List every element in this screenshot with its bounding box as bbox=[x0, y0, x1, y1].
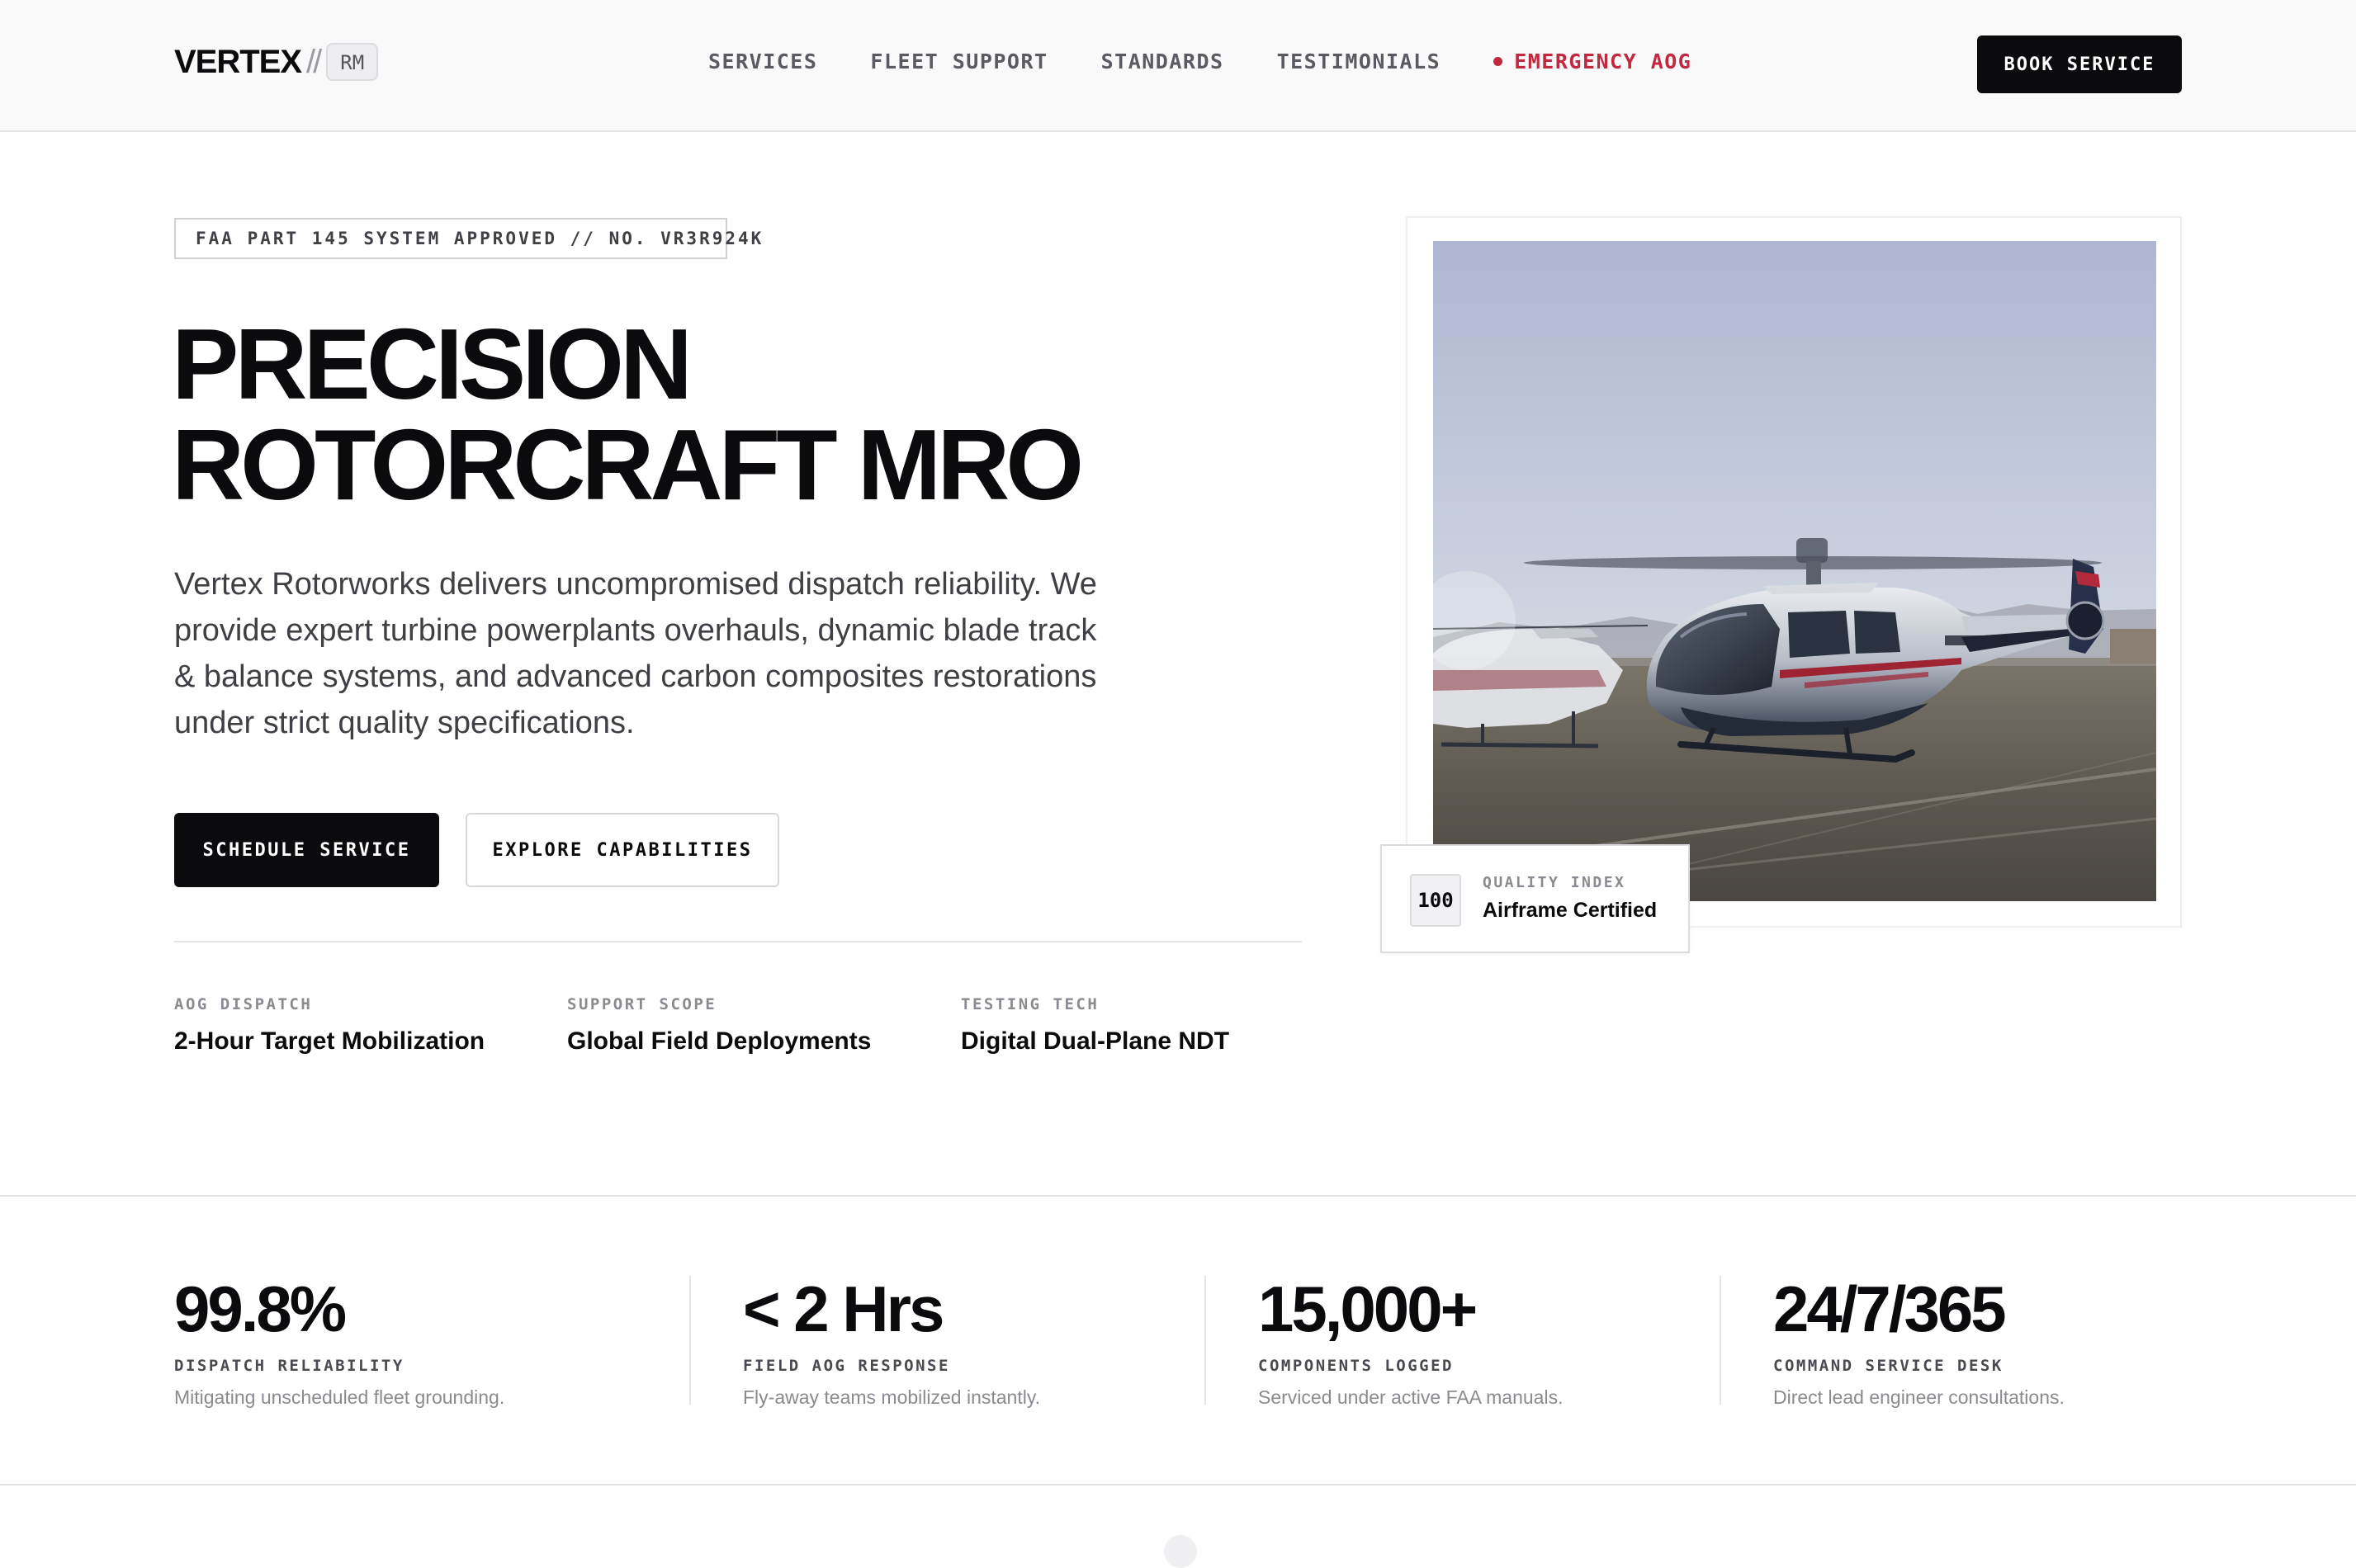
feature-value: Digital Dual-Plane NDT bbox=[961, 1027, 1230, 1055]
stat-description: Fly-away teams mobilized instantly. bbox=[743, 1386, 1041, 1408]
hero-title-line-1: PRECISION bbox=[172, 308, 693, 420]
nav-emergency-aog-label: EMERGENCY AOG bbox=[1514, 50, 1692, 73]
nav-standards[interactable]: STANDARDS bbox=[1101, 50, 1224, 73]
stat-divider bbox=[689, 1276, 691, 1405]
nav-fleet-support[interactable]: FLEET SUPPORT bbox=[870, 50, 1048, 73]
feature-aog-dispatch: AOG DISPATCH 2-Hour Target Mobilization bbox=[174, 995, 485, 1056]
stat-description: Serviced under active FAA manuals. bbox=[1258, 1386, 1564, 1408]
stat-dispatch-reliability: 99.8% DISPATCH RELIABILITY Mitigating un… bbox=[174, 1276, 504, 1409]
feature-testing-tech: TESTING TECH Digital Dual-Plane NDT bbox=[961, 995, 1229, 1056]
feature-value: Global Field Deployments bbox=[567, 1027, 872, 1055]
explore-capabilities-button[interactable]: EXPLORE CAPABILITIES bbox=[466, 813, 779, 887]
stat-label: DISPATCH RELIABILITY bbox=[174, 1357, 404, 1375]
stat-divider bbox=[1720, 1276, 1721, 1405]
feature-support-scope: SUPPORT SCOPE Global Field Deployments bbox=[567, 995, 871, 1056]
alert-dot-icon bbox=[1493, 57, 1503, 66]
schedule-service-button[interactable]: SCHEDULE SERVICE bbox=[174, 813, 439, 887]
stat-description: Direct lead engineer consultations. bbox=[1773, 1386, 2065, 1408]
nav-emergency-aog[interactable]: EMERGENCY AOG bbox=[1493, 50, 1691, 73]
logo-separator: // bbox=[306, 43, 322, 80]
helicopter-photo bbox=[1433, 241, 2156, 901]
hero-title: PRECISION ROTORCRAFT MRO bbox=[172, 314, 1162, 515]
feature-label: AOG DISPATCH bbox=[174, 995, 313, 1013]
top-navigation-bar: VERTEX // RM SERVICES FLEET SUPPORT STAN… bbox=[0, 0, 2356, 132]
brand-logo[interactable]: VERTEX // RM bbox=[174, 43, 379, 81]
quality-index-value: Airframe Certified bbox=[1483, 899, 1658, 922]
quality-index-card: 100 QUALITY INDEX Airframe Certified bbox=[1380, 844, 1690, 953]
nav-testimonials[interactable]: TESTIMONIALS bbox=[1277, 50, 1441, 73]
nav-services[interactable]: SERVICES bbox=[708, 50, 817, 73]
hero-title-line-2: ROTORCRAFT MRO bbox=[172, 409, 1084, 521]
hero-divider bbox=[174, 941, 1302, 942]
stat-divider bbox=[1204, 1276, 1206, 1405]
book-service-button[interactable]: BOOK SERVICE bbox=[1977, 35, 2182, 93]
logo-badge: RM bbox=[326, 43, 379, 81]
stat-description: Mitigating unscheduled fleet grounding. bbox=[174, 1386, 505, 1408]
stat-label: COMPONENTS LOGGED bbox=[1258, 1357, 1454, 1375]
main-nav: SERVICES FLEET SUPPORT STANDARDS TESTIMO… bbox=[708, 50, 1744, 73]
certification-tag: FAA PART 145 SYSTEM APPROVED // NO. VR3R… bbox=[174, 218, 761, 259]
stat-field-aog-response: < 2 Hrs FIELD AOG RESPONSE Fly-away team… bbox=[743, 1276, 1040, 1409]
feature-label: SUPPORT SCOPE bbox=[567, 995, 717, 1013]
hero-description: Vertex Rotorworks delivers uncompromised… bbox=[174, 567, 1097, 740]
stat-label: FIELD AOG RESPONSE bbox=[743, 1357, 950, 1375]
feature-label: TESTING TECH bbox=[961, 995, 1100, 1013]
scroll-indicator-icon bbox=[1164, 1535, 1197, 1568]
logo-wordmark: VERTEX bbox=[174, 43, 302, 80]
stat-components-logged: 15,000+ COMPONENTS LOGGED Serviced under… bbox=[1258, 1276, 1563, 1409]
stat-label: COMMAND SERVICE DESK bbox=[1773, 1357, 2004, 1375]
stat-value: 15,000+ bbox=[1258, 1273, 1478, 1345]
stat-value: 99.8% bbox=[174, 1273, 347, 1345]
feature-value: 2-Hour Target Mobilization bbox=[174, 1027, 485, 1055]
stat-command-service-desk: 24/7/365 COMMAND SERVICE DESK Direct lea… bbox=[1773, 1276, 2065, 1409]
stats-section: 99.8% DISPATCH RELIABILITY Mitigating un… bbox=[0, 1195, 2356, 1485]
quality-index-label: QUALITY INDEX bbox=[1483, 874, 1626, 891]
stat-value: 24/7/365 bbox=[1773, 1273, 2007, 1345]
quality-score-badge: 100 bbox=[1410, 874, 1461, 927]
stat-value: < 2 Hrs bbox=[743, 1273, 944, 1345]
